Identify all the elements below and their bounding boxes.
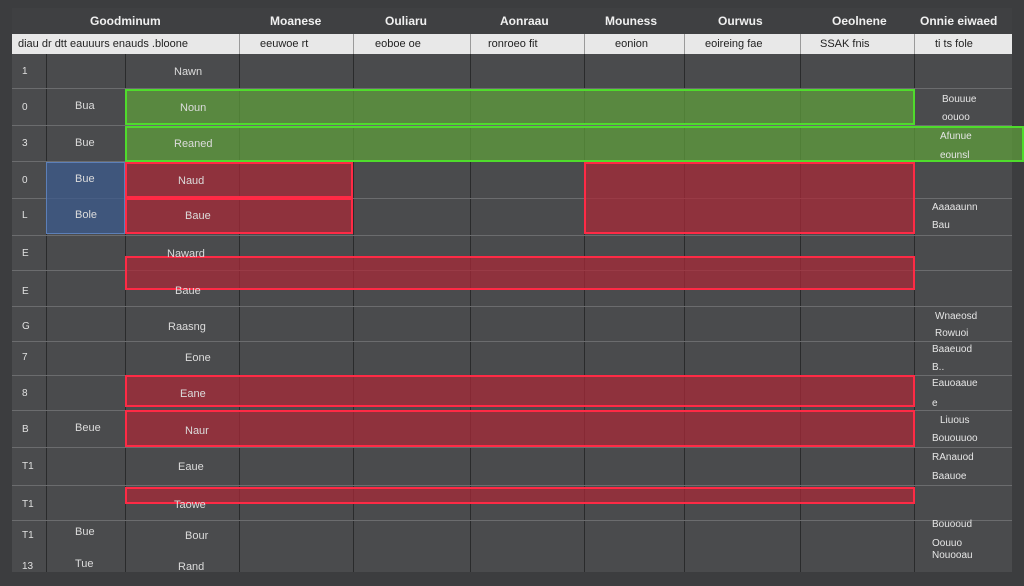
cell-c[interactable]: Noun (180, 102, 206, 114)
row-number[interactable]: 1 (22, 66, 28, 77)
note-cell[interactable]: Eauoaaue (932, 378, 978, 389)
note-cell[interactable]: RAnauod (932, 452, 974, 463)
note-cell[interactable]: Afunue (940, 131, 972, 142)
row-number[interactable]: 7 (22, 352, 28, 363)
cell-c[interactable]: Raasng (168, 321, 206, 333)
note-cell[interactable]: e (932, 398, 938, 409)
row-line (12, 306, 1012, 307)
column-header[interactable]: Ourwus (718, 14, 763, 28)
note-cell[interactable]: Rowuoi (935, 328, 968, 339)
sub-header-separator (353, 34, 354, 54)
column-header[interactable]: Goodminum (90, 14, 161, 28)
cell-c[interactable]: Taowe (174, 499, 206, 511)
row-number[interactable]: 3 (22, 138, 28, 149)
cell-c[interactable]: Baue (185, 210, 211, 222)
row-number[interactable]: G (22, 321, 30, 332)
sub-header-separator (584, 34, 585, 54)
column-header[interactable]: Oeolnene (832, 14, 887, 28)
row-number[interactable]: T1 (22, 530, 34, 541)
row-number[interactable]: 13 (22, 561, 33, 572)
row-number[interactable]: B (22, 424, 29, 435)
row-number[interactable]: T1 (22, 461, 34, 472)
column-header[interactable]: Moanese (270, 14, 321, 28)
sub-header[interactable]: diau dr dtt eauuurs enauds .bloone (18, 38, 188, 50)
row-line (12, 341, 1012, 342)
cell-b[interactable]: Beue (75, 422, 101, 434)
sub-header[interactable]: SSAK fnis (820, 38, 870, 50)
row-number[interactable]: T1 (22, 499, 34, 510)
highlight-band-green[interactable] (125, 126, 1024, 162)
note-cell[interactable]: Liuous (940, 415, 969, 426)
note-cell[interactable]: eounsl (940, 150, 969, 161)
note-cell[interactable]: Wnaeosd (935, 311, 977, 322)
row-number[interactable]: E (22, 248, 29, 259)
column-header[interactable]: Aonraau (500, 14, 549, 28)
cell-c[interactable]: Naud (178, 175, 204, 187)
row-number[interactable]: 8 (22, 388, 28, 399)
cell-c[interactable]: Bour (185, 530, 208, 542)
sub-header[interactable]: eoboe oe (375, 38, 421, 50)
row-line (12, 447, 1012, 448)
cell-b[interactable]: Bue (75, 137, 95, 149)
note-cell[interactable]: Bouooud (932, 519, 972, 530)
note-cell[interactable]: Baauoe (932, 471, 966, 482)
highlight-band-red[interactable] (125, 256, 915, 290)
note-cell[interactable]: Oouuo (932, 538, 962, 549)
note-cell[interactable]: Bououuoo (932, 433, 978, 444)
highlight-band-red[interactable] (125, 375, 915, 407)
sub-header[interactable]: eoireing fae (705, 38, 763, 50)
sub-header[interactable]: ti ts fole (935, 38, 973, 50)
highlight-band-red[interactable] (125, 410, 915, 447)
cell-c[interactable]: Nawn (174, 66, 202, 78)
row-number[interactable]: 0 (22, 102, 28, 113)
cell-b[interactable]: Bua (75, 100, 95, 112)
note-cell[interactable]: Aaaaaunn (932, 202, 978, 213)
sub-header-separator (684, 34, 685, 54)
note-cell[interactable]: Bouuue (942, 94, 976, 105)
cell-c[interactable]: Eaue (178, 461, 204, 473)
note-cell[interactable]: Baaeuod (932, 344, 972, 355)
sub-header[interactable]: ronroeo fit (488, 38, 538, 50)
cell-c[interactable]: Reaned (174, 138, 213, 150)
note-cell[interactable]: B.. (932, 362, 944, 373)
note-cell[interactable]: Nouooau (932, 550, 973, 561)
highlight-band-red[interactable] (125, 487, 915, 504)
cell-c[interactable]: Rand (178, 561, 204, 573)
column-header[interactable]: Mouness (605, 14, 657, 28)
highlight-band-green[interactable] (125, 89, 915, 125)
sub-header-separator (800, 34, 801, 54)
cell-c[interactable]: Naur (185, 425, 209, 437)
row-line (12, 485, 1012, 486)
sub-header[interactable]: eonion (615, 38, 648, 50)
row-number[interactable]: E (22, 286, 29, 297)
column-header[interactable]: Onnie eiwaed (920, 14, 997, 28)
row-line (12, 235, 1012, 236)
column-header[interactable]: Ouliaru (385, 14, 427, 28)
note-cell[interactable]: Bau (932, 220, 950, 231)
note-cell[interactable]: oouoo (942, 112, 970, 123)
cell-b[interactable]: Bue (75, 173, 95, 185)
highlight-band-red[interactable] (125, 198, 353, 234)
sub-header[interactable]: eeuwoe rt (260, 38, 308, 50)
cell-c[interactable]: Naward (167, 248, 205, 260)
cell-b[interactable]: Bue (75, 526, 95, 538)
sub-header-separator (239, 34, 240, 54)
highlight-band-red[interactable] (125, 162, 353, 198)
cell-c[interactable]: Eane (180, 388, 206, 400)
cell-c[interactable]: Eone (185, 352, 211, 364)
sub-header-separator (470, 34, 471, 54)
row-number[interactable]: 0 (22, 175, 28, 186)
cell-b[interactable]: Tue (75, 558, 94, 570)
cell-c[interactable]: Baue (175, 285, 201, 297)
sub-header-separator (914, 34, 915, 54)
highlight-band-red[interactable] (584, 162, 915, 234)
col-separator (46, 54, 47, 572)
cell-b[interactable]: Bole (75, 209, 97, 221)
row-number[interactable]: L (22, 210, 28, 221)
row-line (12, 520, 1012, 521)
